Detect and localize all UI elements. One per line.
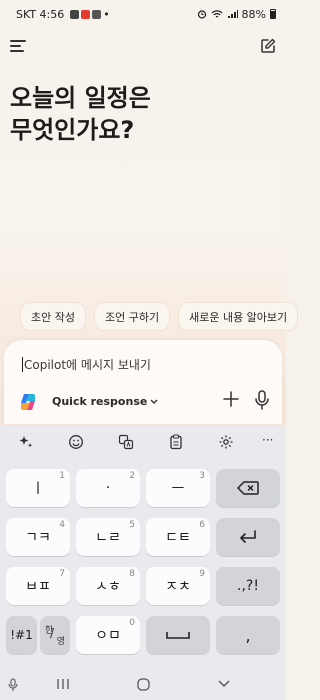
key-number: 4 [59, 520, 65, 530]
key-number: 3 [199, 471, 205, 481]
space-icon [166, 632, 190, 639]
comma-key[interactable]: , [216, 616, 280, 654]
key-8[interactable]: ㅅㅎ 8 [76, 567, 140, 605]
backspace-icon [237, 481, 259, 495]
key-number: 5 [129, 520, 135, 530]
enter-icon [240, 530, 256, 543]
home-icon[interactable] [137, 678, 150, 691]
add-attachment-icon[interactable] [222, 390, 240, 408]
notification-icons: • [70, 8, 110, 21]
top-bar [0, 34, 286, 60]
copilot-logo-icon [21, 394, 35, 410]
key-label: ㄴㄹ [95, 530, 121, 546]
page-title: 오늘의 일정은 무엇인가요? [10, 82, 230, 146]
more-icon[interactable]: ··· [262, 433, 278, 449]
key-label: ㅡ [171, 481, 185, 497]
key-4[interactable]: ㄱㅋ 4 [6, 518, 70, 556]
keyboard: ··· ㅣ 1 · 2 ㅡ 3 ㄱㅋ 4 ㄴㄹ 5 ㄷㅌ 6 ㅂㅍ 7 ㅅㅎ 8… [0, 425, 286, 670]
key-3[interactable]: ㅡ 3 [146, 469, 210, 507]
punctuation-key[interactable]: .,?! [216, 567, 280, 605]
status-bar: SKT 4:56 • 88% [0, 0, 286, 28]
key-label: ㅇㅁ [95, 628, 121, 644]
battery-label: 88% [241, 7, 266, 21]
key-number: 0 [129, 618, 135, 628]
copilot-app: SKT 4:56 • 88% 오늘의 일정은 무엇인가요? 초안 작성 조언 구… [0, 0, 299, 425]
key-label: !#1 [10, 628, 33, 642]
status-right: 88% [197, 8, 276, 21]
back-icon[interactable] [218, 678, 230, 690]
hamburger-menu-icon[interactable] [10, 40, 26, 54]
battery-icon [270, 9, 276, 19]
key-number: 9 [199, 569, 205, 579]
emoji-icon[interactable] [68, 434, 84, 450]
enter-key[interactable] [216, 518, 280, 556]
symbols-key[interactable]: !#1 [6, 616, 37, 654]
keyboard-toolbar: ··· [0, 425, 286, 459]
suggestion-chip-draft[interactable]: 초안 작성 [20, 302, 86, 331]
translate-icon[interactable] [118, 434, 134, 450]
language-toggle-key[interactable]: 한 / 영 [40, 616, 70, 654]
notification-dot: • [103, 7, 110, 21]
key-number: 8 [129, 569, 135, 579]
recent-apps-icon[interactable] [56, 678, 70, 690]
key-number: 2 [129, 471, 135, 481]
key-label: ㅈㅊ [165, 579, 191, 595]
key-number: 1 [59, 471, 65, 481]
key-label: ㅣ [31, 481, 45, 497]
key-number: 6 [199, 520, 205, 530]
key-5[interactable]: ㄴㄹ 5 [76, 518, 140, 556]
title-line-2: 무엇인가요? [10, 116, 135, 144]
key-6[interactable]: ㄷㅌ 6 [146, 518, 210, 556]
message-composer: Copilot에 메시지 보내기 Quick response [4, 340, 282, 424]
key-7[interactable]: ㅂㅍ 7 [6, 567, 70, 605]
key-9[interactable]: ㅈㅊ 9 [146, 567, 210, 605]
new-chat-icon[interactable] [260, 38, 276, 54]
key-2[interactable]: · 2 [76, 469, 140, 507]
wifi-icon [211, 10, 222, 18]
key-label: ㅂㅍ [25, 579, 51, 595]
suggestion-chips: 초안 작성 조언 구하기 새로운 내용 알아보기 [20, 302, 299, 331]
keyboard-mic-icon[interactable] [8, 678, 18, 692]
response-mode-dropdown[interactable]: Quick response [52, 395, 158, 408]
suggestion-chip-learn[interactable]: 새로운 내용 알아보기 [178, 302, 299, 331]
gallery-icon [70, 9, 80, 19]
calendar-icon [92, 9, 102, 19]
key-label: ㅅㅎ [95, 579, 121, 595]
backspace-key[interactable] [216, 469, 280, 507]
signal-icon [227, 10, 238, 18]
alarm-icon [197, 10, 206, 19]
space-key[interactable] [146, 616, 210, 654]
response-mode-label: Quick response [52, 395, 148, 408]
key-1[interactable]: ㅣ 1 [6, 469, 70, 507]
key-label: · [105, 480, 111, 496]
key-number: 7 [59, 569, 65, 579]
key-label: ㄱㅋ [25, 530, 51, 546]
suggestion-chip-advice[interactable]: 조언 구하기 [93, 302, 171, 331]
system-navigation-bar [0, 670, 286, 700]
message-placeholder: Copilot에 메시지 보내기 [24, 358, 151, 372]
ai-sparkle-icon[interactable] [18, 434, 34, 450]
status-time: SKT 4:56 [16, 7, 65, 21]
text-caret [22, 357, 23, 372]
key-label: 한 / 영 [44, 622, 66, 648]
key-0[interactable]: ㅇㅁ 0 [76, 616, 140, 654]
chevron-down-icon [150, 399, 158, 404]
clipboard-icon[interactable] [168, 434, 184, 450]
message-input[interactable]: Copilot에 메시지 보내기 [22, 356, 151, 373]
title-line-1: 오늘의 일정은 [10, 84, 151, 112]
key-label: ㄷㅌ [165, 530, 191, 546]
key-label: .,?! [237, 578, 259, 594]
english-label: 영 [56, 637, 65, 647]
settings-icon[interactable] [218, 434, 234, 450]
app-icon [81, 9, 91, 19]
key-label: , [245, 625, 251, 645]
microphone-icon[interactable] [254, 390, 270, 410]
